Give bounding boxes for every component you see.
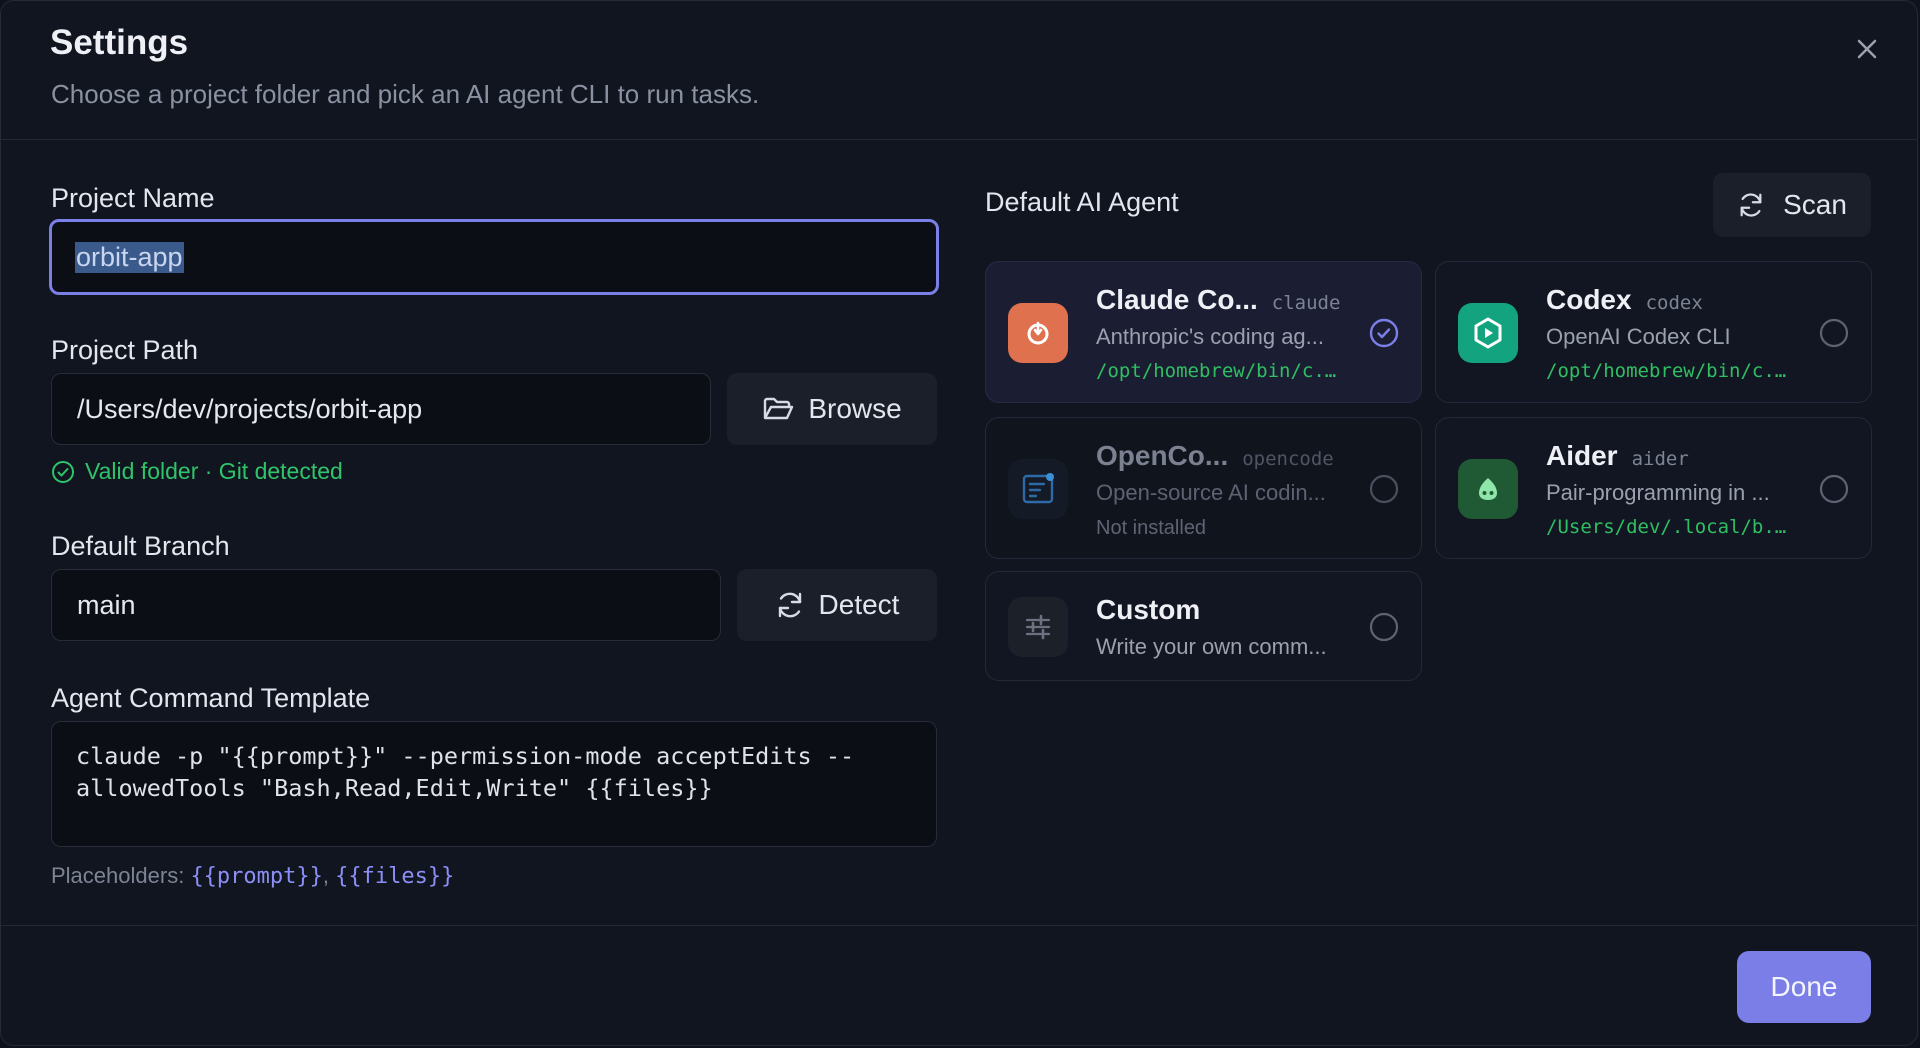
radio-checked-icon[interactable] — [1369, 318, 1399, 348]
agent-name-text: Aider — [1546, 440, 1618, 471]
project-name-label: Project Name — [51, 183, 215, 213]
agent-name-text: Claude Co... — [1096, 284, 1258, 315]
agent-name: Custom — [1096, 594, 1200, 626]
agent-card-opencode[interactable]: OpenCo... opencode Open-source AI codin..… — [985, 417, 1422, 559]
close-icon[interactable] — [1853, 35, 1881, 63]
placeholder-prompt: {{prompt}} — [190, 864, 323, 889]
agent-card-codex[interactable]: Codex codex OpenAI Codex CLI /opt/homebre… — [1435, 261, 1872, 403]
radio-unchecked-icon[interactable] — [1819, 474, 1849, 504]
sliders-icon — [1008, 597, 1068, 657]
agent-name-text: Custom — [1096, 594, 1201, 625]
radio-unchecked-icon[interactable] — [1819, 318, 1849, 348]
agent-description: Write your own comm... — [1096, 634, 1327, 659]
refresh-icon — [778, 592, 801, 618]
placeholders-hint: Placeholders: {{prompt}}, {{files}} — [51, 863, 454, 889]
dialog-subtitle: Choose a project folder and pick an AI a… — [51, 79, 760, 109]
agent-description: Pair-programming in ... — [1546, 480, 1770, 505]
refresh-icon — [1740, 193, 1762, 217]
agent-name: Claude Co... claude — [1096, 284, 1340, 316]
agent-cmd: claude — [1271, 292, 1341, 314]
opencode-icon — [1008, 459, 1068, 519]
agent-name-text: Codex — [1546, 284, 1632, 315]
agent-description: Open-source AI codin... — [1096, 480, 1326, 505]
placeholders-label: Placeholders: — [51, 863, 185, 888]
agent-card-custom[interactable]: Custom Write your own comm... — [985, 571, 1422, 681]
agent-description: OpenAI Codex CLI — [1546, 324, 1731, 349]
default-branch-input[interactable]: main — [51, 569, 721, 641]
command-template-textarea[interactable]: claude -p "{{prompt}}" --permission-mode… — [51, 721, 937, 847]
agent-path: /opt/homebrew/bin/c... — [1546, 360, 1794, 382]
command-template-label: Agent Command Template — [51, 683, 371, 713]
radio-unchecked-icon[interactable] — [1369, 612, 1399, 642]
path-validation-status: Valid folder · Git detected — [51, 458, 343, 485]
scan-button[interactable]: Scan — [1713, 173, 1871, 237]
project-name-input[interactable]: orbit-app — [49, 219, 939, 295]
project-path-label: Project Path — [51, 335, 199, 365]
claude-icon — [1008, 303, 1068, 363]
placeholder-files: {{files}} — [335, 864, 455, 889]
browse-button[interactable]: Browse — [727, 373, 937, 445]
dialog-header: Settings Choose a project folder and pic… — [1, 1, 1917, 140]
agent-path: /Users/dev/.local/b... — [1546, 516, 1794, 538]
project-path-value: /Users/dev/projects/orbit-app — [77, 393, 423, 424]
agent-name: Codex codex — [1546, 284, 1703, 316]
agent-name-text: OpenCo... — [1096, 440, 1229, 471]
project-name-value: orbit-app — [75, 241, 184, 273]
agent-card-claude[interactable]: Claude Co... claude Anthropic's coding ag… — [985, 261, 1422, 403]
default-branch-value: main — [77, 589, 136, 620]
agent-description: Anthropic's coding ag... — [1096, 324, 1325, 349]
done-button[interactable]: Done — [1737, 951, 1871, 1023]
agent-cmd: aider — [1631, 448, 1689, 470]
agent-install-status: Not installed — [1096, 517, 1207, 539]
browse-label: Browse — [808, 393, 902, 424]
default-agent-title: Default AI Agent — [985, 187, 1179, 217]
radio-unchecked-icon[interactable] — [1369, 474, 1399, 504]
agent-cmd: codex — [1645, 292, 1703, 314]
agent-path: /opt/homebrew/bin/c... — [1096, 360, 1344, 382]
codex-icon — [1458, 303, 1518, 363]
validation-text: Valid folder · Git detected — [85, 458, 343, 484]
scan-label: Scan — [1783, 189, 1847, 220]
settings-dialog: Settings Choose a project folder and pic… — [0, 0, 1918, 1046]
detect-label: Detect — [818, 589, 900, 620]
dialog-title: Settings — [50, 23, 189, 62]
project-path-input[interactable]: /Users/dev/projects/orbit-app — [51, 373, 711, 445]
folder-open-icon — [764, 397, 794, 420]
agent-card-aider[interactable]: Aider aider Pair-programming in ... /User… — [1435, 417, 1872, 559]
aider-icon — [1458, 459, 1518, 519]
agent-name: OpenCo... opencode — [1096, 440, 1334, 472]
check-circle-icon — [52, 460, 74, 483]
agent-name: Aider aider — [1546, 440, 1689, 472]
detect-button[interactable]: Detect — [737, 569, 937, 641]
agent-cmd: opencode — [1242, 448, 1334, 470]
default-branch-label: Default Branch — [51, 531, 230, 561]
footer-divider — [1, 925, 1917, 926]
placeholder-separator: , — [322, 863, 330, 888]
